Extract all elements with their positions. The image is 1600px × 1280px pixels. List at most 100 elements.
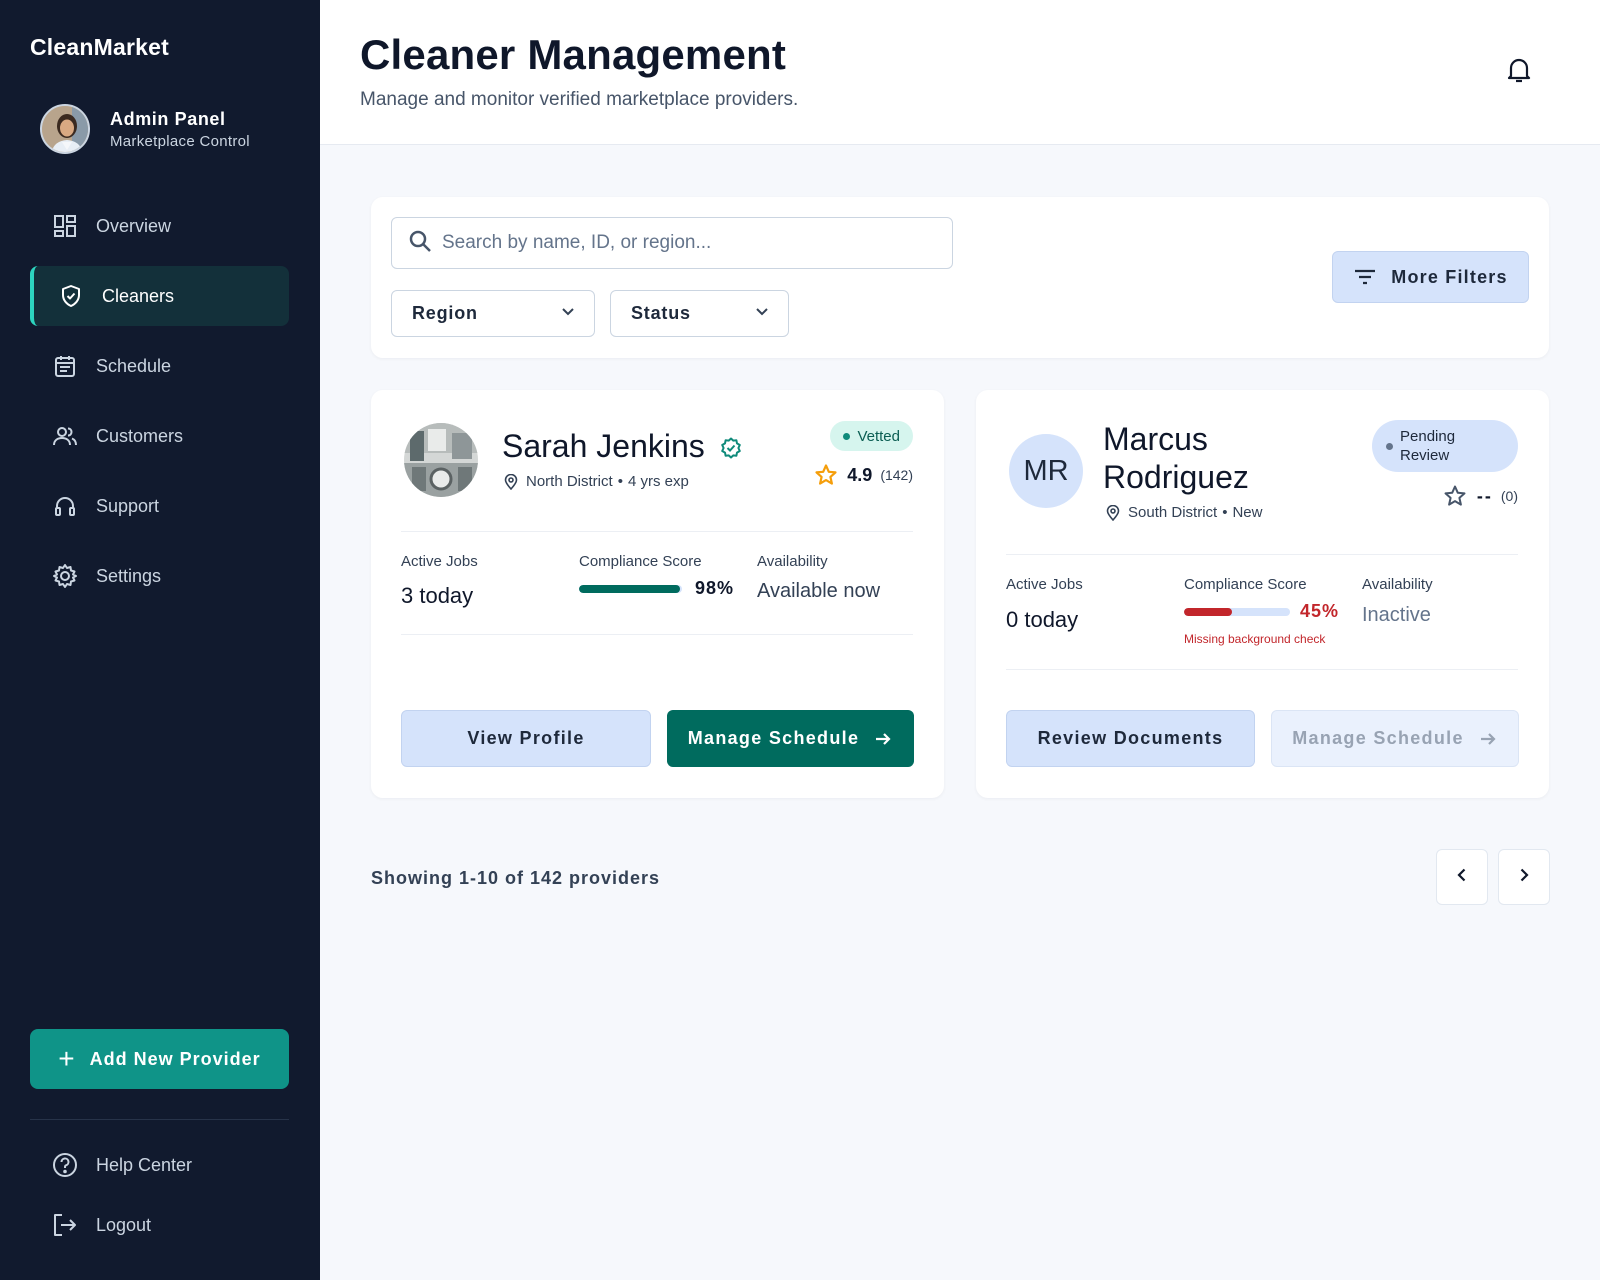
more-filters-label: More Filters bbox=[1391, 266, 1508, 287]
search-icon bbox=[408, 229, 432, 258]
rating-count: (142) bbox=[880, 467, 913, 483]
next-page-button[interactable] bbox=[1498, 849, 1550, 905]
help-center-link[interactable]: Help Center bbox=[52, 1152, 192, 1178]
rating-value: 4.9 bbox=[847, 464, 873, 485]
provider-name-text: Sarah Jenkins bbox=[502, 428, 705, 464]
dashboard-icon bbox=[52, 213, 78, 239]
rating-value: -- bbox=[1476, 485, 1493, 506]
filter-icon bbox=[1353, 267, 1377, 287]
plus-icon: + bbox=[58, 1043, 76, 1074]
logout-link[interactable]: Logout bbox=[52, 1212, 151, 1238]
provider-rating: -- (0) bbox=[1443, 484, 1518, 508]
compliance-progress-bar bbox=[579, 585, 682, 593]
help-circle-icon bbox=[52, 1152, 78, 1178]
previous-page-button[interactable] bbox=[1436, 849, 1488, 905]
provider-name-first: Marcus bbox=[1103, 421, 1208, 457]
card-divider bbox=[401, 531, 913, 532]
brand-logo[interactable]: CleanMarket bbox=[30, 34, 169, 61]
status-select[interactable]: Status bbox=[610, 290, 789, 337]
verified-icon bbox=[720, 430, 742, 468]
card-divider bbox=[1006, 669, 1518, 670]
status-select-label: Status bbox=[631, 303, 691, 323]
admin-profile: Admin Panel Marketplace Control bbox=[40, 104, 250, 154]
sidebar-item-label: Schedule bbox=[96, 355, 172, 376]
search-box[interactable] bbox=[391, 217, 953, 269]
compliance-label: Compliance Score bbox=[579, 553, 702, 570]
availability-label: Availability bbox=[1362, 576, 1433, 593]
sidebar-item-settings[interactable]: Settings bbox=[30, 546, 289, 606]
badge-line: Review bbox=[1400, 447, 1450, 464]
headset-icon bbox=[52, 493, 78, 519]
active-jobs-label: Active Jobs bbox=[1006, 576, 1083, 593]
sidebar-item-label: Settings bbox=[96, 565, 162, 586]
sidebar-item-customers[interactable]: Customers bbox=[30, 406, 289, 466]
experience-text: 4 yrs exp bbox=[627, 473, 689, 490]
status-badge: Vetted bbox=[830, 421, 913, 451]
provider-name: Sarah Jenkins bbox=[502, 428, 742, 467]
pagination-summary: Showing 1-10 of 142 providers bbox=[371, 868, 661, 888]
status-badge-label: Pending Review bbox=[1400, 427, 1455, 466]
rating-count: (0) bbox=[1500, 488, 1518, 504]
sidebar-item-cleaners[interactable]: Cleaners bbox=[30, 266, 289, 326]
compliance-warning: Missing background check bbox=[1184, 632, 1326, 646]
provider-location: South District • New bbox=[1106, 504, 1262, 521]
manage-schedule-button[interactable]: Manage Schedule bbox=[667, 710, 914, 767]
experience-text: New bbox=[1232, 504, 1263, 521]
filter-panel: Region Status More Filters bbox=[371, 197, 1549, 358]
sidebar-item-support[interactable]: Support bbox=[30, 476, 289, 536]
view-profile-button[interactable]: View Profile bbox=[401, 710, 651, 767]
sidebar-item-label: Cleaners bbox=[102, 285, 175, 306]
provider-name: Marcus Rodriguez bbox=[1103, 421, 1249, 497]
page-subtitle: Manage and monitor verified marketplace … bbox=[360, 89, 799, 110]
help-center-label: Help Center bbox=[96, 1154, 193, 1175]
sidebar-item-overview[interactable]: Overview bbox=[30, 196, 289, 256]
region-select-label: Region bbox=[412, 303, 478, 323]
logout-label: Logout bbox=[96, 1214, 152, 1235]
sidebar-divider bbox=[30, 1119, 289, 1120]
sidebar: CleanMarket Admin Panel Marketplace Cont… bbox=[0, 0, 320, 1280]
bell-icon[interactable] bbox=[1504, 55, 1534, 85]
chevron-down-icon bbox=[560, 303, 576, 324]
status-dot bbox=[843, 432, 851, 440]
sidebar-item-schedule[interactable]: Schedule bbox=[30, 336, 289, 396]
search-input[interactable] bbox=[442, 232, 922, 254]
profile-subtitle: Marketplace Control bbox=[110, 132, 250, 150]
status-badge: Pending Review bbox=[1372, 420, 1518, 472]
arrow-right-icon bbox=[873, 729, 893, 749]
more-filters-button[interactable]: More Filters bbox=[1332, 251, 1529, 303]
compliance-label: Compliance Score bbox=[1184, 576, 1307, 593]
availability-value: Available now bbox=[757, 580, 881, 602]
region-select[interactable]: Region bbox=[391, 290, 595, 337]
sidebar-item-label: Support bbox=[96, 495, 160, 516]
users-icon bbox=[52, 423, 78, 449]
review-documents-button[interactable]: Review Documents bbox=[1006, 710, 1255, 767]
provider-location: North District • 4 yrs exp bbox=[504, 473, 689, 490]
page-header: Cleaner Management Manage and monitor ve… bbox=[320, 0, 1600, 145]
manage-schedule-button-disabled[interactable]: Manage Schedule bbox=[1271, 710, 1519, 767]
active-jobs-value: 0 today bbox=[1006, 607, 1079, 632]
meta-separator: • bbox=[617, 473, 623, 490]
sidebar-item-label: Overview bbox=[96, 215, 172, 236]
page-title: Cleaner Management bbox=[360, 31, 787, 78]
chevron-down-icon bbox=[754, 303, 770, 324]
manage-schedule-label: Manage Schedule bbox=[687, 728, 860, 748]
arrow-right-icon bbox=[1478, 729, 1498, 749]
location-text: North District bbox=[526, 473, 613, 490]
avatar bbox=[40, 104, 90, 154]
add-provider-label: Add New Provider bbox=[89, 1048, 261, 1069]
star-icon bbox=[814, 463, 838, 487]
shield-check-icon bbox=[58, 283, 84, 309]
compliance-percent: 45% bbox=[1300, 601, 1340, 621]
card-divider bbox=[401, 634, 913, 635]
add-provider-button[interactable]: + Add New Provider bbox=[30, 1029, 289, 1089]
sidebar-item-label: Customers bbox=[96, 425, 184, 446]
active-jobs-label: Active Jobs bbox=[401, 553, 478, 570]
availability-label: Availability bbox=[757, 553, 828, 570]
compliance-progress-fill bbox=[579, 585, 680, 593]
review-documents-label: Review Documents bbox=[1037, 728, 1224, 748]
provider-rating: 4.9 (142) bbox=[814, 463, 913, 487]
chevron-left-icon bbox=[1453, 866, 1471, 889]
logout-icon bbox=[52, 1212, 78, 1238]
provider-name-last: Rodriguez bbox=[1103, 458, 1249, 495]
profile-name: Admin Panel bbox=[110, 108, 226, 129]
